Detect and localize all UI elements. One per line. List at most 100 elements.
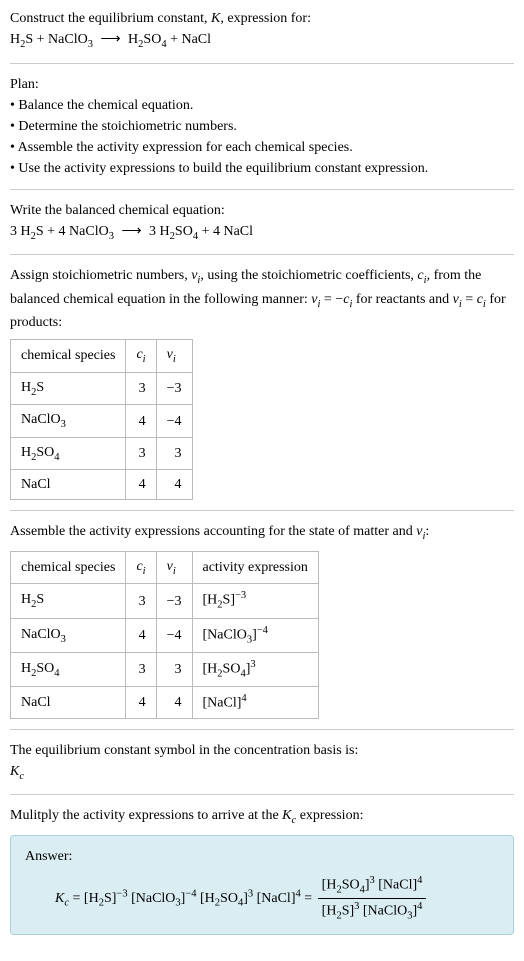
ksym-section: The equilibrium constant symbol in the c…	[10, 740, 514, 785]
sub-i: i	[143, 566, 146, 577]
fraction-denominator: [H2S]3 [NaClO3]4	[318, 899, 427, 924]
plan-bullet: • Use the activity expressions to build …	[10, 158, 514, 179]
table-row: NaCl 4 4 [NaCl]4	[11, 687, 319, 719]
cell-activity: [H2S]−3	[192, 584, 318, 618]
text: for reactants and	[352, 292, 452, 307]
t: SO	[220, 891, 238, 906]
cell-v: −3	[156, 372, 192, 405]
s: 3	[61, 419, 66, 430]
fraction: [H2SO4]3 [NaCl]4[H2S]3 [NaClO3]4	[318, 873, 427, 924]
t: [H	[203, 662, 218, 677]
balanced-equation: 3 H2S + 4 NaClO3 ⟶ 3 H2SO4 + 4 NaCl	[10, 221, 514, 245]
cell-species: H2SO4	[11, 652, 126, 686]
cell-activity: [H2SO4]3	[192, 652, 318, 686]
text: = −	[320, 292, 343, 307]
text: =	[462, 292, 477, 307]
eq-part: H	[10, 32, 20, 47]
eq-part: SO	[143, 32, 161, 47]
intro-text-1: Construct the equilibrium constant,	[10, 11, 211, 26]
t: [NaClO	[359, 904, 407, 919]
cell-v: 4	[156, 687, 192, 719]
plan-bullet: • Balance the chemical equation.	[10, 95, 514, 116]
cell-species: NaCl	[11, 687, 126, 719]
stoich-table: chemical species ci νi H2S 3 −3 NaClO3 4…	[10, 339, 193, 500]
eq-part: + NaCl	[167, 32, 211, 47]
e: −3	[116, 888, 127, 899]
eq-part: S + 4 NaClO	[36, 224, 109, 239]
cell-c: 3	[126, 437, 156, 470]
eq-part: + 4 NaCl	[198, 224, 253, 239]
activity-heading: Assemble the activity expressions accoun…	[10, 521, 514, 545]
answer-equation: Kc = [H2S]−3 [NaClO3]−4 [H2SO4]3 [NaCl]4…	[25, 873, 499, 924]
t: SO	[36, 661, 54, 676]
ksym-symbol: Kc	[10, 761, 514, 785]
ksym-text: The equilibrium constant symbol in the c…	[10, 740, 514, 761]
activity-table: chemical species ci νi activity expressi…	[10, 551, 319, 719]
cell-v: −3	[156, 584, 192, 618]
t: SO	[223, 662, 241, 677]
s: 3	[61, 633, 66, 644]
divider	[10, 729, 514, 730]
K: K	[10, 764, 19, 779]
cell-v: 3	[156, 652, 192, 686]
cell-species: NaCl	[11, 470, 126, 500]
cell-c: 4	[126, 405, 156, 438]
e: −4	[257, 625, 268, 636]
eq-part: 3 H	[149, 224, 170, 239]
t: [NaCl]	[253, 891, 295, 906]
cell-c: 4	[126, 618, 156, 652]
table-header-row: chemical species ci νi activity expressi…	[11, 551, 319, 584]
t: S	[36, 380, 44, 395]
cell-v: −4	[156, 405, 192, 438]
eq-part: H	[128, 32, 138, 47]
reaction-arrow: ⟶	[121, 224, 141, 239]
e: −3	[235, 590, 246, 601]
t: S]	[223, 593, 235, 608]
plan-bullet: • Determine the stoichiometric numbers.	[10, 116, 514, 137]
e: 4	[417, 901, 422, 912]
cell-c: 4	[126, 470, 156, 500]
t: NaClO	[21, 627, 61, 642]
fraction-numerator: [H2SO4]3 [NaCl]4	[318, 873, 427, 899]
cell-species: H2S	[11, 372, 126, 405]
e: 4	[417, 875, 422, 886]
eq-sub: 3	[109, 230, 114, 241]
t: [H	[322, 877, 337, 892]
col-ci: ci	[126, 551, 156, 584]
equals: =	[301, 891, 316, 906]
equals: =	[69, 891, 84, 906]
cell-species: NaClO3	[11, 405, 126, 438]
text: , using the stoichiometric coefficients,	[200, 268, 417, 283]
divider	[10, 794, 514, 795]
plan-section: Plan: • Balance the chemical equation. •…	[10, 74, 514, 179]
final-section: Mulitply the activity expressions to arr…	[10, 805, 514, 935]
t: [H	[197, 891, 215, 906]
t: S]	[342, 904, 354, 919]
K: K	[282, 808, 291, 823]
cell-c: 3	[126, 652, 156, 686]
activity-section: Assemble the activity expressions accoun…	[10, 521, 514, 718]
divider	[10, 63, 514, 64]
text: Assign stoichiometric numbers,	[10, 268, 191, 283]
e: 4	[241, 693, 246, 704]
col-vi: νi	[156, 551, 192, 584]
t: SO	[342, 877, 360, 892]
text: Assemble the activity expressions accoun…	[10, 524, 416, 539]
text: expression:	[296, 808, 363, 823]
balanced-section: Write the balanced chemical equation: 3 …	[10, 200, 514, 245]
t: [NaClO	[128, 891, 176, 906]
divider	[10, 510, 514, 511]
sub-c: c	[19, 771, 24, 782]
col-activity: activity expression	[192, 551, 318, 584]
t: [NaClO	[203, 627, 247, 642]
table-row: H2SO4 3 3 [H2SO4]3	[11, 652, 319, 686]
t: S	[36, 592, 44, 607]
t: S]	[104, 891, 116, 906]
eq-part: SO	[175, 224, 193, 239]
e: −4	[185, 888, 196, 899]
K: K	[55, 891, 64, 906]
intro-section: Construct the equilibrium constant, K, e…	[10, 8, 514, 53]
cell-species: H2S	[11, 584, 126, 618]
s: 4	[54, 452, 59, 463]
table-row: NaClO3 4 −4 [NaClO3]−4	[11, 618, 319, 652]
